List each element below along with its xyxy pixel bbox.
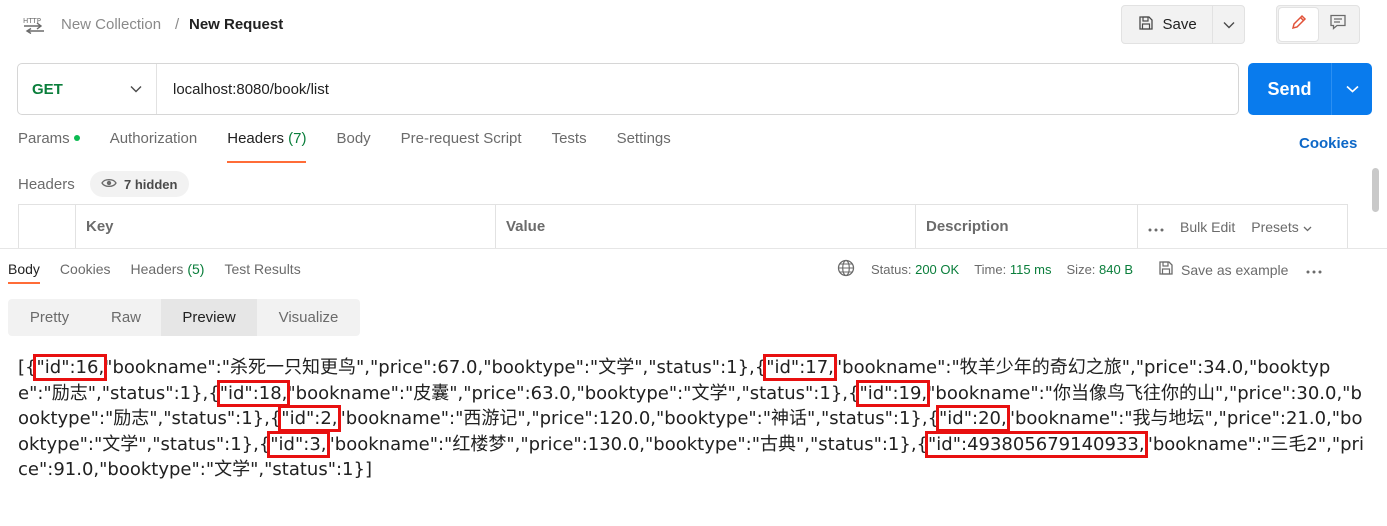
tab-headers-label: Headers — [227, 130, 284, 147]
response-tab-headers[interactable]: Headers (5) — [131, 261, 205, 277]
response-meta: Status: 200 OK Time: 115 ms Size: 840 B … — [837, 259, 1322, 280]
record-fields: "bookname":"皮囊","price":63.0,"booktype":… — [287, 382, 860, 404]
send-dropdown-button[interactable] — [1332, 63, 1372, 115]
tab-body[interactable]: Body — [336, 130, 370, 158]
tab-headers[interactable]: Headers (7) — [227, 130, 307, 163]
size-value: 840 B — [1099, 262, 1134, 277]
chevron-down-icon — [1223, 16, 1235, 34]
http-method-select[interactable]: GET — [18, 64, 157, 114]
send-button[interactable]: Send — [1248, 63, 1332, 115]
breadcrumb-request-title[interactable]: New Request — [189, 16, 283, 33]
breadcrumb-collection[interactable]: New Collection — [61, 16, 161, 33]
cookies-link[interactable]: Cookies — [1299, 135, 1357, 152]
params-active-dot — [73, 135, 80, 142]
pane-divider[interactable] — [0, 248, 1387, 249]
body-view-tabs: Pretty Raw Preview Visualize — [8, 299, 360, 336]
view-mode-toggle — [1276, 5, 1360, 44]
status-value: 200 OK — [915, 262, 960, 277]
scrollbar-thumb[interactable] — [1372, 168, 1379, 212]
record-fields: "bookname":"西游记","price":120.0,"booktype… — [337, 408, 940, 429]
highlighted-id: "id":18, — [216, 379, 291, 407]
hidden-headers-toggle[interactable]: 7 hidden — [90, 171, 190, 197]
column-actions: Bulk Edit Presets — [1138, 205, 1347, 248]
tab-params[interactable]: Params — [18, 130, 80, 158]
column-description: Description — [916, 205, 1138, 248]
comments-button[interactable] — [1318, 8, 1357, 41]
headers-table-header: Key Value Description Bulk Edit Presets — [18, 204, 1348, 248]
time-value: 115 ms — [1009, 262, 1052, 277]
save-as-example-button[interactable]: Save as example — [1158, 260, 1288, 279]
top-bar: HTTP New Collection / New Request Save — [0, 0, 1387, 50]
breadcrumb-separator: / — [175, 16, 180, 33]
save-as-example-label: Save as example — [1181, 261, 1289, 278]
save-button-group: Save — [1121, 5, 1245, 44]
response-preview-body: [{"id":16,"bookname":"杀死一只知更鸟","price":6… — [18, 354, 1368, 483]
column-value: Value — [496, 205, 916, 248]
response-status[interactable]: Status: 200 OK — [871, 262, 959, 277]
response-tab-cookies[interactable]: Cookies — [60, 261, 111, 277]
comment-icon — [1329, 13, 1347, 36]
response-tab-headers-label: Headers — [130, 261, 184, 277]
highlighted-id: "id":3, — [267, 430, 330, 458]
tab-pre-request-script[interactable]: Pre-request Script — [401, 130, 522, 158]
globe-icon[interactable] — [837, 259, 855, 280]
highlighted-id: "id":19, — [856, 379, 931, 407]
chevron-down-icon — [1303, 219, 1312, 235]
edit-mode-button[interactable] — [1279, 8, 1318, 41]
http-method-value: GET — [32, 80, 63, 98]
chevron-down-icon — [1345, 80, 1359, 98]
response-size[interactable]: Size: 840 B — [1067, 262, 1134, 277]
tab-settings[interactable]: Settings — [617, 130, 671, 158]
highlighted-id: "id":2, — [278, 405, 341, 432]
headers-section-title: Headers — [18, 176, 75, 193]
pencil-icon — [1290, 13, 1308, 36]
view-tab-visualize[interactable]: Visualize — [257, 299, 360, 336]
view-tab-preview[interactable]: Preview — [161, 299, 257, 336]
size-label: Size: — [1066, 262, 1096, 277]
url-input[interactable] — [157, 64, 1238, 114]
more-options-icon[interactable] — [1306, 262, 1322, 277]
column-key: Key — [76, 205, 496, 248]
save-disk-icon — [1158, 260, 1174, 279]
record-fields: "bookname":"杀死一只知更鸟","price":67.0,"bookt… — [104, 357, 767, 378]
url-bar: GET — [17, 63, 1239, 115]
record-fields: "bookname":"红楼梦","price":130.0,"booktype… — [326, 433, 929, 455]
bulk-edit-button[interactable]: Bulk Edit — [1180, 219, 1235, 235]
save-dropdown-button[interactable] — [1213, 6, 1244, 43]
response-tab-headers-count: (5) — [187, 261, 205, 277]
save-label: Save — [1162, 16, 1197, 33]
time-label: Time: — [974, 262, 1007, 277]
highlighted-id: "id":16, — [33, 354, 108, 381]
column-checkbox — [19, 205, 76, 248]
response-time[interactable]: Time: 115 ms — [974, 262, 1051, 277]
tab-params-label: Params — [18, 130, 70, 147]
request-tabs: Params Authorization Headers (7) Body Pr… — [18, 130, 701, 163]
response-tabs: Body Cookies Headers (5) Test Results — [8, 261, 321, 284]
highlighted-id: "id":20, — [936, 405, 1010, 432]
response-tab-test-results[interactable]: Test Results — [224, 261, 300, 277]
presets-label: Presets — [1251, 218, 1299, 235]
presets-dropdown[interactable]: Presets — [1251, 218, 1312, 235]
response-tab-body[interactable]: Body — [8, 261, 40, 284]
chevron-down-icon — [130, 80, 142, 98]
http-request-icon: HTTP — [22, 12, 46, 35]
save-button[interactable]: Save — [1122, 6, 1214, 43]
view-tab-pretty[interactable]: Pretty — [8, 299, 91, 336]
json-open: [{ — [18, 357, 37, 378]
eye-icon — [101, 177, 117, 192]
status-label: Status: — [871, 262, 912, 277]
tab-authorization[interactable]: Authorization — [110, 130, 198, 158]
hidden-headers-label: 7 hidden — [124, 176, 178, 192]
tab-tests[interactable]: Tests — [552, 130, 587, 158]
more-options-icon[interactable] — [1148, 219, 1164, 235]
send-button-group: Send — [1248, 63, 1372, 115]
view-tab-raw[interactable]: Raw — [91, 299, 161, 336]
tab-headers-count: (7) — [288, 130, 307, 147]
highlighted-id: "id":493805679140933, — [925, 430, 1148, 458]
highlighted-id: "id":17, — [763, 354, 837, 381]
save-disk-icon — [1138, 15, 1154, 35]
